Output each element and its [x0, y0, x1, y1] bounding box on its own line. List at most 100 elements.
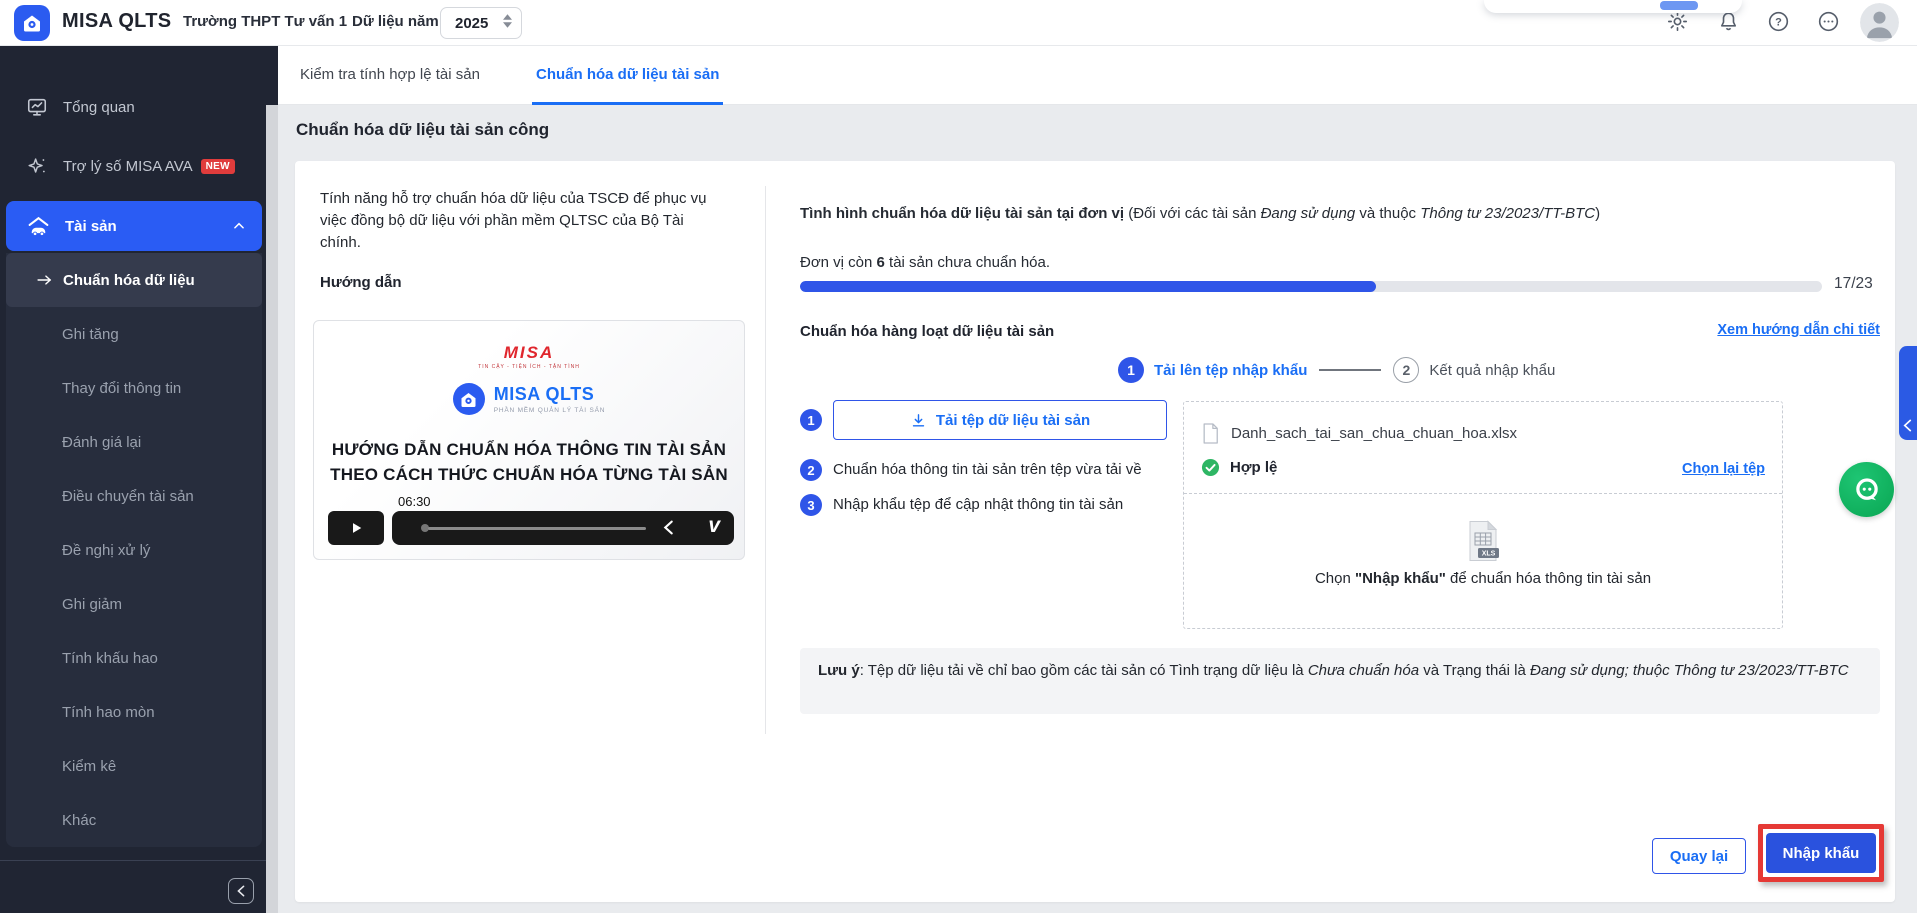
- step-1-number: 1: [800, 409, 822, 431]
- submenu-item-label: Chuẩn hóa dữ liệu: [63, 272, 195, 289]
- submenu-item-chuan-hoa-du-lieu[interactable]: Chuẩn hóa dữ liệu: [6, 253, 262, 307]
- side-panel-toggle[interactable]: [1899, 346, 1917, 440]
- video-chevron-icon[interactable]: [663, 520, 674, 535]
- submenu-item-de-nghi-xu-ly[interactable]: Đề nghị xử lý: [6, 523, 262, 577]
- video-title: HƯỚNG DẪN CHUẨN HÓA THÔNG TIN TÀI SẢN TH…: [314, 437, 744, 487]
- app-logo-icon[interactable]: [14, 5, 50, 41]
- vimeo-logo-icon[interactable]: v: [708, 514, 720, 538]
- floating-popup-cutoff: [1484, 0, 1742, 13]
- data-year-label: Dữ liệu năm: [352, 13, 439, 30]
- submenu-item-tinh-khau-hao[interactable]: Tính khấu hao: [6, 631, 262, 685]
- valid-status-label: Hợp lệ: [1230, 459, 1277, 476]
- valid-check-icon: [1201, 458, 1220, 477]
- tab-chuan-hoa-du-lieu[interactable]: Chuẩn hóa dữ liệu tài sản: [532, 46, 723, 105]
- file-box-divider: [1184, 493, 1782, 494]
- help-icon[interactable]: ?: [1767, 10, 1791, 34]
- assets-submenu: Chuẩn hóa dữ liệu Ghi tăng Thay đổi thôn…: [6, 253, 262, 847]
- overview-icon: [26, 96, 50, 118]
- submenu-item-ghi-giam[interactable]: Ghi giảm: [6, 577, 262, 631]
- step-3-number: 3: [800, 494, 822, 516]
- sparkle-icon: [26, 155, 50, 177]
- reselect-file-link[interactable]: Chọn lại tệp: [1682, 461, 1765, 477]
- submenu-item-label: Điều chuyển tài sản: [62, 488, 194, 505]
- misa-qlts-brand: MISA QLTS PHẦN MỀM QUẢN LÝ TÀI SẢN: [314, 383, 744, 415]
- stepper-down-icon[interactable]: [503, 22, 512, 28]
- svg-text:?: ?: [1775, 17, 1782, 29]
- standardization-progress-bar: [800, 281, 1822, 292]
- step-2-number: 2: [800, 459, 822, 481]
- wizard-step-2-label: Kết quả nhập khẩu: [1429, 362, 1555, 379]
- sidebar-item-assets[interactable]: Tài sản: [6, 201, 262, 251]
- assets-icon: [26, 214, 52, 239]
- standardization-panel: Tình hình chuẩn hóa dữ liệu tài sản tại …: [800, 161, 1880, 902]
- back-button[interactable]: Quay lại: [1652, 838, 1746, 874]
- submenu-item-dieu-chuyen-tai-san[interactable]: Điều chuyển tài sản: [6, 469, 262, 523]
- guide-video-player[interactable]: MISA TIN CẬY - TIỆN ÍCH - TẬN TÌNH MISA …: [313, 320, 745, 560]
- step-3-text: Nhập khẩu tệp để cập nhật thông tin tài …: [833, 496, 1123, 513]
- import-hint-text: Chọn "Nhập khẩu" để chuẩn hóa thông tin …: [1184, 570, 1782, 587]
- sidebar-item-overview[interactable]: Tổng quan: [0, 83, 262, 131]
- support-chat-button[interactable]: [1839, 462, 1894, 517]
- xls-file-icon: XLS: [1465, 520, 1501, 567]
- sidebar-item-label: Tài sản: [65, 218, 117, 235]
- chevron-left-icon: [1902, 419, 1913, 432]
- sidebar-collapse-button[interactable]: [228, 878, 254, 904]
- qlts-brand-name: MISA QLTS: [494, 384, 606, 405]
- arrow-right-icon: [36, 273, 53, 287]
- video-play-button[interactable]: [328, 511, 384, 545]
- submenu-item-ghi-tang[interactable]: Ghi tăng: [6, 307, 262, 361]
- chevron-left-icon: [236, 885, 246, 897]
- year-stepper[interactable]: [503, 14, 512, 28]
- more-options-icon[interactable]: [1817, 10, 1841, 34]
- progress-label: 17/23: [1834, 275, 1873, 293]
- submenu-item-label: Ghi giảm: [62, 596, 122, 613]
- file-icon: [1201, 422, 1220, 445]
- video-progress-track[interactable]: [428, 527, 646, 530]
- remaining-assets-text: Đơn vị còn 6 tài sản chưa chuẩn hóa.: [800, 254, 1050, 271]
- submenu-item-label: Thay đổi thông tin: [62, 380, 181, 397]
- top-bar: MISA QLTS Trường THPT Tư vấn 1 Dữ liệu n…: [0, 0, 1917, 46]
- submenu-item-label: Khác: [62, 812, 96, 829]
- highlight-annotation-box: Nhập khẩu: [1758, 824, 1884, 882]
- submenu-item-tinh-hao-mon[interactable]: Tính hao mòn: [6, 685, 262, 739]
- video-progress-bar[interactable]: v: [392, 511, 734, 545]
- submenu-item-label: Đánh giá lại: [62, 434, 141, 451]
- download-data-file-button[interactable]: Tải tệp dữ liệu tài sản: [833, 400, 1167, 440]
- tab-bar: Kiểm tra tính hợp lệ tài sản Chuẩn hóa d…: [278, 46, 1917, 105]
- user-avatar[interactable]: [1860, 3, 1899, 42]
- wizard-connector: [1319, 369, 1381, 371]
- submenu-item-danh-gia-lai[interactable]: Đánh giá lại: [6, 415, 262, 469]
- panel-divider: [765, 186, 766, 734]
- tab-kiem-tra-hop-le[interactable]: Kiểm tra tính hợp lệ tài sản: [300, 46, 480, 105]
- submenu-item-label: Kiểm kê: [62, 758, 116, 775]
- settings-gear-icon[interactable]: [1666, 10, 1690, 34]
- page-title: Chuẩn hóa dữ liệu tài sản công: [296, 120, 549, 140]
- misa-logo-slogan: TIN CẬY - TIỆN ÍCH - TẬN TÌNH: [314, 364, 744, 370]
- sidebar-item-misa-ava[interactable]: Trợ lý số MISA AVA NEW: [0, 142, 262, 190]
- stepper-up-icon[interactable]: [503, 14, 512, 20]
- sidebar-scrollbar[interactable]: [266, 105, 278, 913]
- misa-logo-text: MISA: [314, 343, 744, 363]
- guide-label: Hướng dẫn: [320, 274, 402, 291]
- submenu-item-kiem-ke[interactable]: Kiểm kê: [6, 739, 262, 793]
- submenu-item-label: Tính hao mòn: [62, 704, 155, 721]
- import-button[interactable]: Nhập khẩu: [1766, 833, 1876, 873]
- note-box: Lưu ý: Tệp dữ liệu tải về chỉ bao gồm cá…: [800, 648, 1880, 714]
- submenu-item-thay-doi-thong-tin[interactable]: Thay đổi thông tin: [6, 361, 262, 415]
- download-icon: [910, 412, 927, 429]
- main-content: Kiểm tra tính hợp lệ tài sản Chuẩn hóa d…: [278, 46, 1917, 913]
- submenu-item-khac[interactable]: Khác: [6, 793, 262, 847]
- organization-name[interactable]: Trường THPT Tư vấn 1: [183, 13, 347, 30]
- new-badge: NEW: [201, 159, 235, 174]
- data-year-value: 2025: [455, 15, 488, 32]
- data-year-selector[interactable]: 2025: [440, 7, 522, 39]
- wizard-step-1-circle: 1: [1118, 357, 1144, 383]
- misa-logo: MISA TIN CẬY - TIỆN ÍCH - TẬN TÌNH: [314, 343, 744, 370]
- sidebar-item-label: Trợ lý số MISA AVA: [63, 158, 193, 175]
- detailed-guide-link[interactable]: Xem hướng dẫn chi tiết: [1717, 322, 1880, 338]
- notifications-bell-icon[interactable]: [1717, 10, 1741, 34]
- feature-description: Tính năng hỗ trợ chuẩn hóa dữ liệu của T…: [320, 188, 716, 254]
- progress-fill: [800, 281, 1376, 292]
- content-card: Tính năng hỗ trợ chuẩn hóa dữ liệu của T…: [295, 161, 1895, 902]
- video-duration: 06:30: [398, 494, 431, 509]
